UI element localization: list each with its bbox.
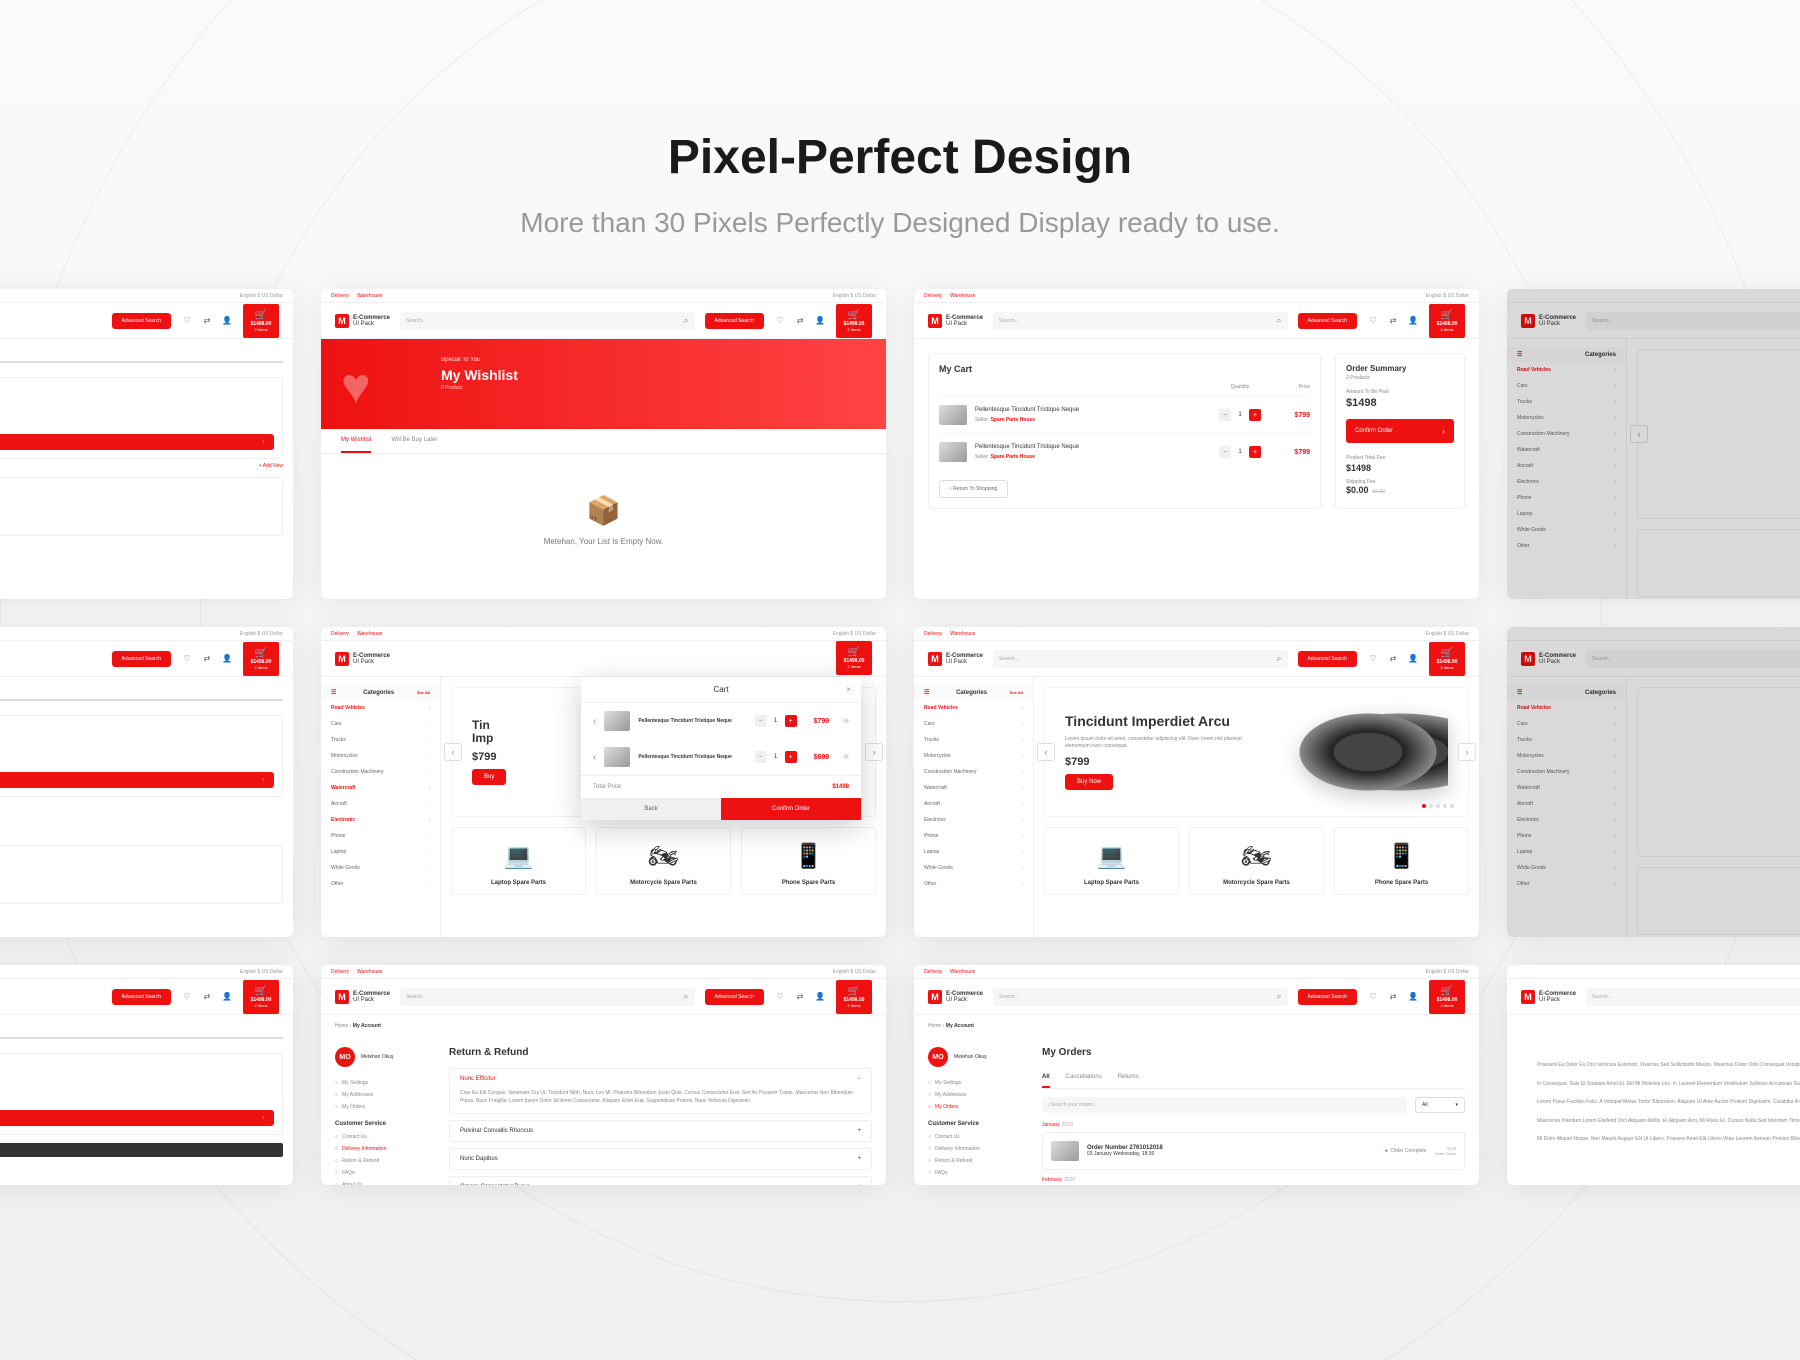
sidebar-item[interactable]: My Settings	[335, 1077, 435, 1089]
buy-now-button[interactable]: Buy	[472, 769, 506, 785]
screen-about: English $ US Dollar E-CommerceUI PackSea…	[1507, 965, 1800, 1185]
category-item[interactable]: Road Vehicles	[321, 700, 440, 716]
heart-icon: ♥	[341, 357, 371, 415]
cart-item: Pellentesque Tincidunt Tristique NequeSe…	[939, 396, 1310, 433]
search-input[interactable]: Search...	[993, 312, 1288, 330]
cart-title: My Cart	[939, 364, 1310, 374]
product-hero-image	[1288, 707, 1448, 797]
cart-button[interactable]: 🛒$1498.002 Items	[1429, 304, 1465, 338]
empty-message: Metehan, Your List Is Empty Now.	[321, 537, 886, 546]
expand-icon[interactable]: +	[857, 1128, 861, 1134]
collapse-icon[interactable]: −	[857, 1076, 861, 1082]
screen-home-cart-dropdown: DeliveryWarehouseEnglish $ US Dollar E-C…	[321, 627, 886, 937]
screen-register-modal: English $ US Dollar E-CommerceUI PackSea…	[1507, 627, 1800, 937]
order-row[interactable]: Order Number 276101201803 January Wednes…	[1042, 1132, 1465, 1170]
about-title: About	[1537, 1035, 1800, 1049]
screen-my-orders: DeliveryWarehouseEnglish $ US Dollar E-C…	[914, 965, 1479, 1185]
faq-item[interactable]: Nunc Efficitur− Cras Eu Elit Congue, Ven…	[449, 1068, 872, 1114]
cart-button[interactable]: 🛒$1498.002 Items	[243, 304, 279, 338]
breadcrumb: Home › My Account	[321, 1015, 886, 1037]
return-shopping-link[interactable]: ‹ Return To Shopping	[939, 480, 1008, 498]
search-input[interactable]: Search...	[400, 312, 695, 330]
compare-icon[interactable]: ⇄	[201, 313, 213, 329]
close-icon[interactable]: ×	[846, 685, 851, 694]
confirm-order-button[interactable]: Confirm Order	[1346, 419, 1454, 443]
compare-icon[interactable]: ⇄	[794, 313, 806, 329]
prev-arrow[interactable]: ‹	[1630, 425, 1648, 443]
prev-icon[interactable]: ‹	[593, 716, 596, 727]
remove-icon[interactable]: ⊖	[843, 717, 849, 725]
screen-login-modal: English $ US Dollar E-CommerceUI Pack Se…	[1507, 289, 1800, 599]
next-arrow[interactable]: ›	[865, 743, 883, 761]
screen-checkout-edge-3: English $ US Dollar Advanced Search ♡⇄👤 …	[0, 965, 293, 1185]
confirm-button[interactable]: Confirm Order	[721, 798, 861, 820]
screen-wishlist-empty: DeliveryWarehouseEnglish $ US Dollar E-C…	[321, 289, 886, 599]
page-title: Return & Refund	[449, 1047, 872, 1058]
screen-checkout-edge-1: English $ US Dollar Advanced Search ♡ ⇄ …	[0, 289, 293, 599]
hero-title: Pixel-Perfect Design	[0, 130, 1800, 185]
add-new-link[interactable]: + Add New	[0, 463, 283, 469]
screen-return-refund: DeliveryWarehouseEnglish $ US Dollar E-C…	[321, 965, 886, 1185]
cart-dropdown: Cart× ‹Pellentesque Tincidunt Tristique …	[581, 677, 861, 820]
avatar: MO	[335, 1047, 355, 1067]
order-search-input[interactable]: ⌕ Search your orders...	[1042, 1097, 1407, 1113]
screen-home: DeliveryWarehouseEnglish $ US Dollar E-C…	[914, 627, 1479, 937]
adv-search-button[interactable]: Advanced Search	[112, 313, 171, 329]
qty-plus[interactable]: +	[1249, 409, 1261, 421]
category-tile[interactable]: 💻Laptop Spare Parts	[451, 827, 586, 895]
account-icon[interactable]: 👤	[814, 313, 826, 329]
screen-checkout-edge-2: English $ US Dollar Advanced Search ♡⇄👤 …	[0, 627, 293, 937]
back-button[interactable]: Back	[581, 798, 721, 820]
product-image	[939, 405, 967, 425]
tab-cancellations[interactable]: Cancellations	[1066, 1068, 1102, 1088]
account-icon[interactable]: 👤	[221, 313, 233, 329]
logo[interactable]: E-CommerceUI Pack	[335, 314, 390, 328]
adv-search-button[interactable]: Advanced Search	[1298, 313, 1357, 329]
wishlist-icon[interactable]: ♡	[181, 313, 193, 329]
cart-button[interactable]: 🛒$1498.002 Items	[836, 304, 872, 338]
order-summary-box: Order Summary 2 Products Amount To Be Pa…	[0, 377, 283, 459]
filter-dropdown[interactable]: All▾	[1415, 1097, 1465, 1113]
logo[interactable]: E-CommerceUI Pack	[928, 314, 983, 328]
tab-returns[interactable]: Returns	[1118, 1068, 1139, 1088]
tab-buy-later[interactable]: Will Be Buy Later	[391, 429, 437, 453]
prev-arrow[interactable]: ‹	[444, 743, 462, 761]
order-summary: Order Summary 2 Products Amount To Be Pa…	[1335, 353, 1465, 509]
wishlist-icon[interactable]: ♡	[774, 313, 786, 329]
qty-minus[interactable]: −	[1219, 409, 1231, 421]
buy-now-button[interactable]: Buy Now	[1065, 774, 1113, 790]
tab-my-wishlist[interactable]: My Wishlist	[341, 429, 371, 453]
screen-my-cart: DeliveryWarehouseEnglish $ US Dollar E-C…	[914, 289, 1479, 599]
confirm-order-button[interactable]: Confirm Order›	[0, 434, 274, 450]
tab-all[interactable]: All	[1042, 1068, 1050, 1088]
cart-item: Pellentesque Tincidunt Tristique NequeSe…	[939, 433, 1310, 470]
adv-search-button[interactable]: Advanced Search	[705, 313, 764, 329]
hero-subtitle: More than 30 Pixels Perfectly Designed D…	[0, 207, 1800, 239]
wishlist-banner: ♥ Special To You My Wishlist 0 Product	[321, 339, 886, 429]
empty-box-icon: 📦	[321, 494, 886, 527]
